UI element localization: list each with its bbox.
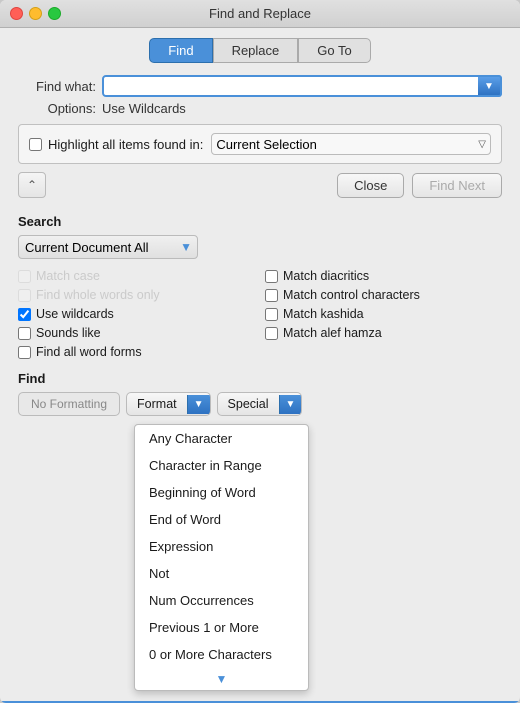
special-label: Special: [218, 393, 279, 415]
format-arrow-icon[interactable]: ▼: [187, 395, 210, 414]
close-button[interactable]: Close: [337, 173, 404, 198]
maximize-button[interactable]: [48, 7, 61, 20]
find-next-button[interactable]: Find Next: [412, 173, 502, 198]
check-match-control: Match control characters: [265, 288, 502, 302]
highlight-label: Highlight all items found in:: [48, 137, 203, 152]
dropdown-item-end-word[interactable]: End of Word: [135, 506, 308, 533]
find-what-wrapper: ▼: [102, 75, 502, 97]
action-row: ⌃ Close Find Next: [18, 172, 502, 198]
use-wildcards-checkbox[interactable]: [18, 308, 31, 321]
special-dropdown-menu: Any Character Character in Range Beginni…: [134, 424, 309, 691]
window: Find and Replace Find Replace Go To Find…: [0, 0, 520, 703]
sounds-like-checkbox[interactable]: [18, 327, 31, 340]
special-arrow-icon[interactable]: ▼: [279, 395, 302, 414]
highlight-checkbox[interactable]: [29, 138, 42, 151]
format-button[interactable]: Format ▼: [126, 392, 211, 416]
sounds-like-label: Sounds like: [36, 326, 101, 340]
find-what-row: Find what: ▼: [18, 75, 502, 97]
dropdown-item-num-occurrences[interactable]: Num Occurrences: [135, 587, 308, 614]
find-section-header: Find: [18, 371, 502, 386]
check-find-whole-words: Find whole words only: [18, 288, 255, 302]
match-kashida-checkbox[interactable]: [265, 308, 278, 321]
check-match-kashida: Match kashida: [265, 307, 502, 321]
match-control-checkbox[interactable]: [265, 289, 278, 302]
search-section-header: Search: [18, 214, 502, 229]
search-dropdown[interactable]: Current Document All Current Document Se…: [18, 235, 198, 259]
check-match-diacritics: Match diacritics: [265, 269, 502, 283]
options-value: Use Wildcards: [102, 101, 186, 116]
check-match-case: Match case: [18, 269, 255, 283]
use-wildcards-label: Use wildcards: [36, 307, 114, 321]
find-all-word-forms-checkbox[interactable]: [18, 346, 31, 359]
search-dropdown-outer: Current Document All Current Document Se…: [18, 235, 198, 259]
find-all-word-forms-label: Find all word forms: [36, 345, 142, 359]
title-bar: Find and Replace: [0, 0, 520, 28]
dropdown-item-expression[interactable]: Expression: [135, 533, 308, 560]
dropdown-item-not[interactable]: Not: [135, 560, 308, 587]
match-case-label: Match case: [36, 269, 100, 283]
match-control-label: Match control characters: [283, 288, 420, 302]
checkboxes-grid: Match case Match diacritics Find whole w…: [18, 269, 502, 359]
dropdown-item-any-char[interactable]: Any Character: [135, 425, 308, 452]
dropdown-item-previous-1-more[interactable]: Previous 1 or More: [135, 614, 308, 641]
match-case-checkbox[interactable]: [18, 270, 31, 283]
tab-replace[interactable]: Replace: [213, 38, 299, 63]
window-title: Find and Replace: [209, 6, 311, 21]
no-formatting-button[interactable]: No Formatting: [18, 392, 120, 416]
special-button[interactable]: Special ▼: [217, 392, 303, 416]
minimize-button[interactable]: [29, 7, 42, 20]
dropdown-item-beginning-word[interactable]: Beginning of Word: [135, 479, 308, 506]
check-use-wildcards: Use wildcards: [18, 307, 255, 321]
options-label: Options:: [18, 101, 96, 116]
tab-goto[interactable]: Go To: [298, 38, 370, 63]
match-diacritics-label: Match diacritics: [283, 269, 369, 283]
check-match-alef: Match alef hamza: [265, 326, 502, 340]
tab-row: Find Replace Go To: [0, 28, 520, 71]
tab-find[interactable]: Find: [149, 38, 212, 63]
match-alef-label: Match alef hamza: [283, 326, 382, 340]
special-dropdown-container: Any Character Character in Range Beginni…: [134, 422, 502, 691]
collapse-button[interactable]: ⌃: [18, 172, 46, 198]
dropdown-item-0-more-chars[interactable]: 0 or More Characters: [135, 641, 308, 668]
match-kashida-label: Match kashida: [283, 307, 364, 321]
find-what-label: Find what:: [18, 79, 96, 94]
traffic-lights: [10, 7, 61, 20]
dropdown-item-char-range[interactable]: Character in Range: [135, 452, 308, 479]
main-content: Find what: ▼ Options: Use Wildcards High…: [0, 71, 520, 701]
find-what-dropdown-arrow[interactable]: ▼: [478, 75, 502, 97]
highlight-row: Highlight all items found in: Current Se…: [18, 124, 502, 164]
format-label: Format: [127, 393, 187, 415]
match-diacritics-checkbox[interactable]: [265, 270, 278, 283]
close-button[interactable]: [10, 7, 23, 20]
dropdown-more-arrow[interactable]: ▼: [135, 668, 308, 690]
check-sounds-like: Sounds like: [18, 326, 255, 340]
match-alef-checkbox[interactable]: [265, 327, 278, 340]
find-whole-words-label: Find whole words only: [36, 288, 160, 302]
find-whole-words-checkbox[interactable]: [18, 289, 31, 302]
highlight-dropdown[interactable]: Current Selection Main Document: [211, 133, 491, 155]
find-buttons-row: No Formatting Format ▼ Special ▼: [18, 392, 502, 416]
options-row: Options: Use Wildcards: [18, 101, 502, 116]
find-what-input[interactable]: [102, 75, 502, 97]
check-find-all-word-forms: Find all word forms: [18, 345, 255, 359]
search-dropdown-wrapper: Current Document All Current Document Se…: [18, 235, 502, 259]
highlight-dropdown-wrapper: Current Selection Main Document ▽: [211, 133, 491, 155]
